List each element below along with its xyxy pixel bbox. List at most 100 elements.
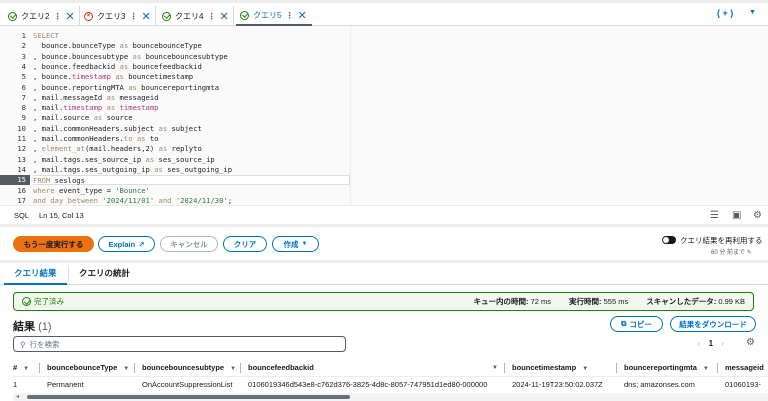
table-cell: 2024-11-19T23:50:02.037Z [512,380,603,389]
tab-query-2[interactable]: クエリ2 ⋮ ✕ [4,6,80,26]
cancel-button[interactable]: キャンセル [160,236,218,252]
column-header[interactable]: messageid [725,361,764,375]
caret-down-icon: ▼ [301,241,308,247]
column-header-label: bouncereportingmta [624,363,697,372]
code-line: FROM seslogs [33,175,350,186]
column-header-label: bouncetimestamp [512,363,577,372]
results-title: 結果 [13,321,35,333]
line-number: 12 [17,144,26,154]
code-token: source [102,113,133,123]
status-label: 完了済み [34,297,64,306]
table-settings-gear-icon[interactable]: ⚙ [746,337,755,348]
column-header[interactable]: bouncetimestamp ▼ [512,361,588,375]
column-separator[interactable] [717,363,718,373]
run-again-button[interactable]: もう一度実行する [13,236,94,252]
tab-label: クエリ3 [97,11,126,21]
code-token: element_at [41,144,85,154]
code-token: as [145,154,155,164]
column-header-label: bouncebounceType [47,363,118,372]
reuse-results-toggle[interactable] [662,236,676,244]
tab-query-5[interactable]: クエリ5 ⋮ ✕ [236,6,312,26]
editor-divider [350,26,351,205]
code-line: , mail.tags.ses_source_ip as ses_source_… [33,155,215,165]
code-token: as [93,113,103,123]
code-token: as [119,41,129,51]
result-tabs: クエリ結果 クエリの統計 [0,263,768,285]
scroll-left-icon[interactable]: ◂ [16,393,19,400]
success-icon [162,11,171,21]
clear-button[interactable]: クリア [223,236,267,252]
cursor-position: Ln 15, Col 13 [39,210,84,220]
code-line: , bounce.bouncesubtype as bouncebouncesu… [33,52,228,62]
column-separator[interactable] [39,363,40,373]
code-token: as [106,92,116,102]
code-token: (mail.headers,2) [84,144,159,154]
sort-icon[interactable]: ▼ [230,366,236,372]
copy-button[interactable]: ⧉ コピー [610,316,663,332]
column-separator[interactable] [240,363,241,373]
success-icon [22,297,31,306]
code-token: as [154,164,163,174]
close-icon[interactable]: ✕ [141,10,150,23]
tab-query-stats[interactable]: クエリの統計 [68,267,140,281]
current-page[interactable]: 1 [709,339,713,348]
column-separator[interactable] [616,363,617,373]
table-cell: dns; amazonses.com [624,380,695,389]
more-options-icon[interactable]: ⋮ [285,11,293,20]
sort-icon[interactable]: ▼ [492,361,498,375]
code-token: , mail.commonHeaders. [33,134,124,143]
prev-page-icon[interactable]: ‹ [698,339,701,348]
more-options-icon[interactable]: ⋮ [207,12,215,21]
explain-button[interactable]: Explain ↗ [98,236,155,252]
code-token: , mail. [33,103,64,113]
code-token: , [33,144,42,154]
next-page-icon[interactable]: › [721,339,724,348]
reuse-results-sub: 60 分 前まで ✎ [711,247,752,256]
column-header[interactable]: bouncefeedbackid ▼ [248,361,498,375]
code-token: FROM [33,176,51,186]
gear-icon[interactable]: ⚙ [753,210,762,221]
code-token: ses_outgoing_ip [162,164,233,174]
more-options-icon[interactable]: ⋮ [53,12,61,21]
status-banner: 完了済み キュー内の時間: 72 ms 実行時間: 555 ms スキャンしたデ… [13,292,754,311]
sort-icon[interactable]: ▼ [23,366,29,372]
table-cell: Permanent [47,380,84,389]
scrollbar-thumb[interactable] [27,395,350,399]
sort-icon[interactable]: ▼ [123,366,129,372]
sort-icon[interactable]: ▼ [582,366,588,372]
sort-icon[interactable]: ▼ [703,366,709,372]
add-tab-button[interactable]: ( + ) [717,8,733,18]
column-header[interactable]: bouncebounceType ▼ [47,361,129,375]
column-separator[interactable] [504,363,505,373]
line-number: 2 [21,41,26,51]
tab-label: クエリ4 [175,11,204,21]
edit-icon[interactable]: ✎ [747,250,752,256]
code-line: , mail.source as source [33,113,133,123]
code-token: and [154,195,176,205]
line-number: 3 [21,51,26,61]
tab-menu-caret-icon[interactable]: ▼ [749,9,756,16]
code-token: as [110,72,124,82]
tab-query-4[interactable]: クエリ4 ⋮ ✕ [158,6,234,26]
success-icon [240,10,249,20]
create-button[interactable]: 作成 ▼ [272,236,319,252]
column-separator[interactable] [134,363,135,373]
success-icon [8,11,17,21]
close-icon[interactable]: ✕ [297,9,306,22]
tab-query-3[interactable]: × クエリ3 ⋮ ✕ [80,6,156,26]
code-line: , bounce.feedbackid as bouncefeedbackid [33,62,202,72]
format-icon[interactable]: ☰ [710,210,719,221]
more-options-icon[interactable]: ⋮ [129,12,137,21]
column-header[interactable]: bouncereportingmta ▼ [624,361,709,375]
line-number: 5 [21,72,26,82]
row-search-input[interactable]: ⚲ 行を検索 [13,336,346,352]
column-header[interactable]: bouncebouncesubtype ▼ [142,361,236,375]
column-header-label: # [13,363,18,372]
column-header[interactable]: # ▼ [13,361,29,375]
close-icon[interactable]: ✕ [65,10,74,23]
tab-query-results[interactable]: クエリ結果 [4,263,67,285]
close-icon[interactable]: ✕ [219,10,228,23]
download-results-button[interactable]: 結果をダウンロード [670,316,756,332]
sql-editor[interactable]: 1 SELECT 2 bounce.bounceType as bounceboun… [0,26,768,205]
panel-icon[interactable]: ▣ [732,210,741,221]
